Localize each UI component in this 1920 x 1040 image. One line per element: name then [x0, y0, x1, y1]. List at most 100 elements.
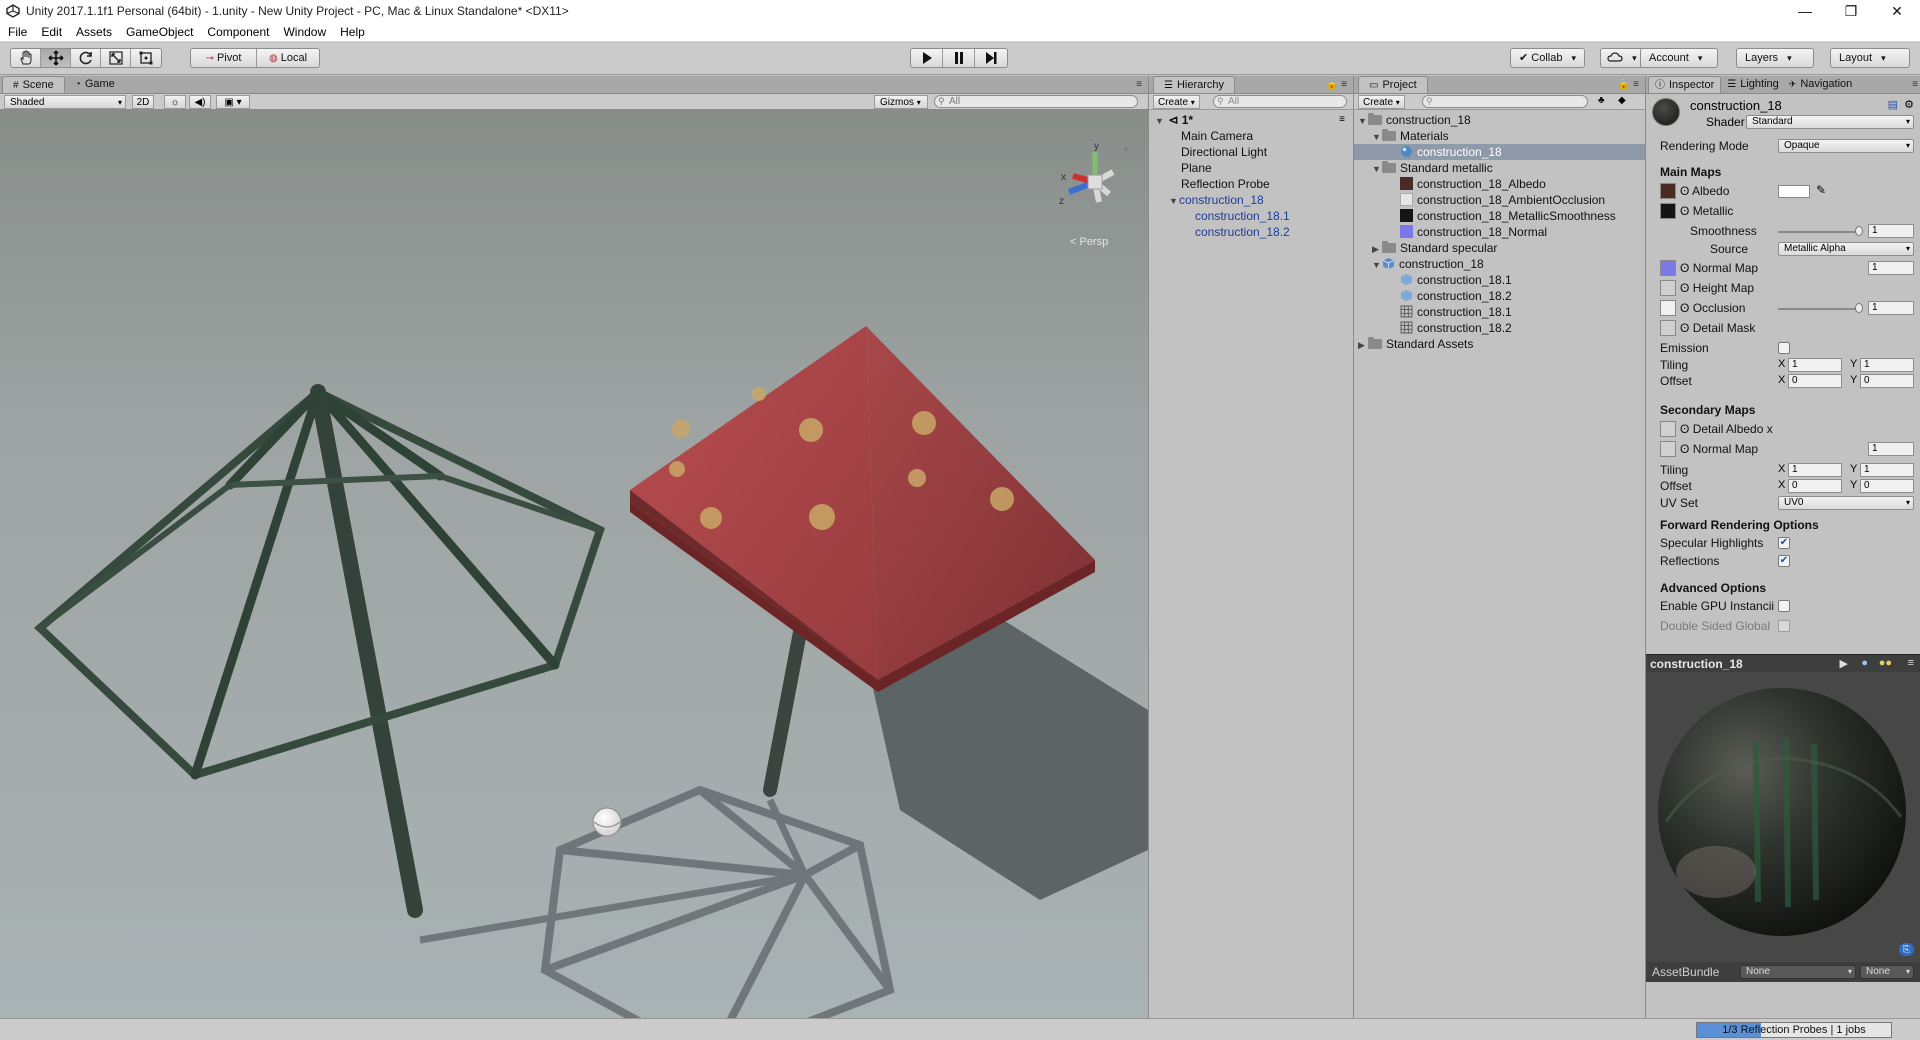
play-button[interactable] [911, 49, 943, 67]
project-item[interactable]: ▼ construction_18 [1372, 256, 1484, 272]
pause-button[interactable] [943, 49, 975, 67]
offset2-y-field[interactable]: 0 [1860, 479, 1914, 493]
detail-albedo-texture-slot[interactable] [1660, 421, 1676, 437]
step-button[interactable] [975, 49, 1007, 67]
tiling-x-field[interactable]: 1 [1788, 358, 1842, 372]
tab-inspector[interactable]: ⓘ Inspector [1648, 76, 1722, 93]
reflections-checkbox[interactable]: ✔ [1778, 555, 1790, 567]
circle-dot-icon[interactable]: ʘ [1680, 261, 1689, 275]
preview-play-icon[interactable]: ▶ [1840, 657, 1848, 670]
scene-search-input[interactable]: ⚲ All [934, 95, 1138, 108]
project-item[interactable]: construction_18_Normal [1400, 224, 1547, 240]
preview-header[interactable]: construction_18 ▶ ● ●● ≡ [1646, 654, 1920, 672]
preview-menu-icon[interactable]: ≡ [1908, 657, 1914, 669]
albedo-color-swatch[interactable] [1778, 185, 1810, 198]
specular-highlights-checkbox[interactable]: ✔ [1778, 537, 1790, 549]
rect-tool-button[interactable] [131, 49, 161, 67]
detail-normal-texture-slot[interactable] [1660, 441, 1676, 457]
tab-project[interactable]: ▭ Project [1358, 76, 1428, 93]
project-item[interactable]: ▶ Standard Assets [1358, 336, 1473, 352]
menu-component[interactable]: Component [200, 25, 276, 39]
asset-bundle-variant-dropdown[interactable]: None [1860, 965, 1914, 979]
scene-audio-toggle[interactable]: ◀) [189, 95, 211, 109]
filter-label-icon[interactable]: ◆ [1618, 95, 1626, 106]
tab-hierarchy[interactable]: ☰ Hierarchy [1153, 76, 1236, 93]
hierarchy-item[interactable]: ▼construction_18 [1169, 192, 1264, 208]
material-preview-area[interactable]: ⎘ [1646, 672, 1920, 962]
tab-scene[interactable]: # Scene [2, 76, 65, 93]
circle-dot-icon[interactable]: ʘ [1680, 442, 1689, 456]
menu-file[interactable]: File [0, 25, 34, 39]
hierarchy-item[interactable]: Plane [1181, 160, 1212, 176]
occlusion-field[interactable]: 1 [1868, 301, 1914, 315]
circle-dot-icon[interactable]: ʘ [1680, 204, 1689, 218]
normal-map-texture-slot[interactable] [1660, 260, 1676, 276]
minimize-button[interactable]: — [1782, 0, 1828, 22]
project-item[interactable]: construction_18_Albedo [1400, 176, 1546, 192]
hierarchy-item[interactable]: Reflection Probe [1181, 176, 1270, 192]
maximize-button[interactable]: ❐ [1828, 0, 1874, 22]
occlusion-slider[interactable] [1778, 308, 1858, 310]
shader-dropdown[interactable]: Standard [1746, 115, 1914, 129]
move-tool-button[interactable] [41, 49, 71, 67]
scene-root-row[interactable]: ▼ ⊲ 1* [1155, 112, 1193, 128]
circle-dot-icon[interactable]: ʘ [1680, 321, 1689, 335]
project-item-selected[interactable]: construction_18 [1354, 144, 1645, 160]
project-item[interactable]: ▶ Standard specular [1372, 240, 1497, 256]
preview-light-icon[interactable]: ●● [1879, 657, 1892, 669]
project-item[interactable]: construction_18.1 [1400, 304, 1512, 320]
source-dropdown[interactable]: Metallic Alpha [1778, 242, 1914, 256]
layout-dropdown[interactable]: Layout [1830, 48, 1910, 68]
2d-toggle[interactable]: 2D [132, 95, 154, 109]
project-create-button[interactable]: Create [1358, 95, 1405, 109]
gizmos-dropdown[interactable]: Gizmos ▾ [874, 95, 928, 109]
detail-mask-texture-slot[interactable] [1660, 320, 1676, 336]
projection-label[interactable]: < Persp [1070, 236, 1108, 248]
rotate-tool-button[interactable] [71, 49, 101, 67]
hierarchy-item[interactable]: Directional Light [1181, 144, 1267, 160]
reflection-probe-gizmo[interactable] [592, 807, 622, 837]
smoothness-slider-knob[interactable] [1855, 226, 1863, 236]
hand-tool-button[interactable] [11, 49, 41, 67]
tab-navigation[interactable]: ✈ Navigation [1785, 76, 1857, 93]
menu-assets[interactable]: Assets [69, 25, 119, 39]
circle-dot-icon[interactable]: ʘ [1680, 184, 1689, 198]
project-search-input[interactable]: ⚲ [1422, 95, 1588, 108]
offset2-x-field[interactable]: 0 [1788, 479, 1842, 493]
project-item[interactable]: ▼ Materials [1372, 128, 1449, 144]
scene-effects-dropdown[interactable]: ▣ ▾ [216, 95, 250, 109]
circle-dot-icon[interactable]: ʘ [1680, 301, 1689, 315]
offset-y-field[interactable]: 0 [1860, 374, 1914, 388]
occlusion-slider-knob[interactable] [1855, 303, 1863, 313]
project-item[interactable]: ▼ Standard metallic [1372, 160, 1493, 176]
project-item[interactable]: construction_18.1 [1400, 272, 1512, 288]
scene-lighting-toggle[interactable]: ☼ [164, 95, 186, 109]
scene-viewport[interactable]: y x z < Persp [0, 110, 1148, 1018]
scene-options-icon[interactable]: ≡ [1339, 114, 1345, 125]
project-menu-icon[interactable]: 🔒 ≡ [1618, 79, 1639, 90]
scene-tab-menu-icon[interactable]: ≡ [1136, 79, 1142, 90]
help-book-icon[interactable]: ▤ [1888, 98, 1898, 111]
emission-checkbox[interactable] [1778, 342, 1790, 354]
normal-scale-field[interactable]: 1 [1868, 261, 1914, 275]
project-item[interactable]: construction_18.2 [1400, 288, 1512, 304]
menu-gameobject[interactable]: GameObject [119, 25, 200, 39]
occlusion-texture-slot[interactable] [1660, 300, 1676, 316]
layers-dropdown[interactable]: Layers [1736, 48, 1814, 68]
pivot-toggle[interactable]: ⊸ Pivot [191, 49, 257, 67]
smoothness-slider[interactable] [1778, 231, 1858, 233]
eyedropper-icon[interactable]: ✎ [1816, 183, 1826, 197]
project-item[interactable]: ▼ construction_18 [1358, 112, 1471, 128]
offset-x-field[interactable]: 0 [1788, 374, 1842, 388]
height-map-texture-slot[interactable] [1660, 280, 1676, 296]
project-item[interactable]: construction_18.2 [1400, 320, 1512, 336]
preview-tag-icon[interactable]: ⎘ [1898, 943, 1914, 956]
hierarchy-item[interactable]: construction_18.1 [1195, 208, 1290, 224]
preview-sphere-icon[interactable]: ● [1861, 657, 1868, 669]
collab-dropdown[interactable]: ✔ Collab [1510, 48, 1586, 68]
tab-lighting[interactable]: ☰ Lighting [1721, 76, 1785, 93]
tiling2-x-field[interactable]: 1 [1788, 463, 1842, 477]
close-button[interactable]: ✕ [1874, 0, 1920, 22]
account-dropdown[interactable]: Account [1640, 48, 1718, 68]
tab-game[interactable]: ◔ Game [65, 76, 125, 93]
